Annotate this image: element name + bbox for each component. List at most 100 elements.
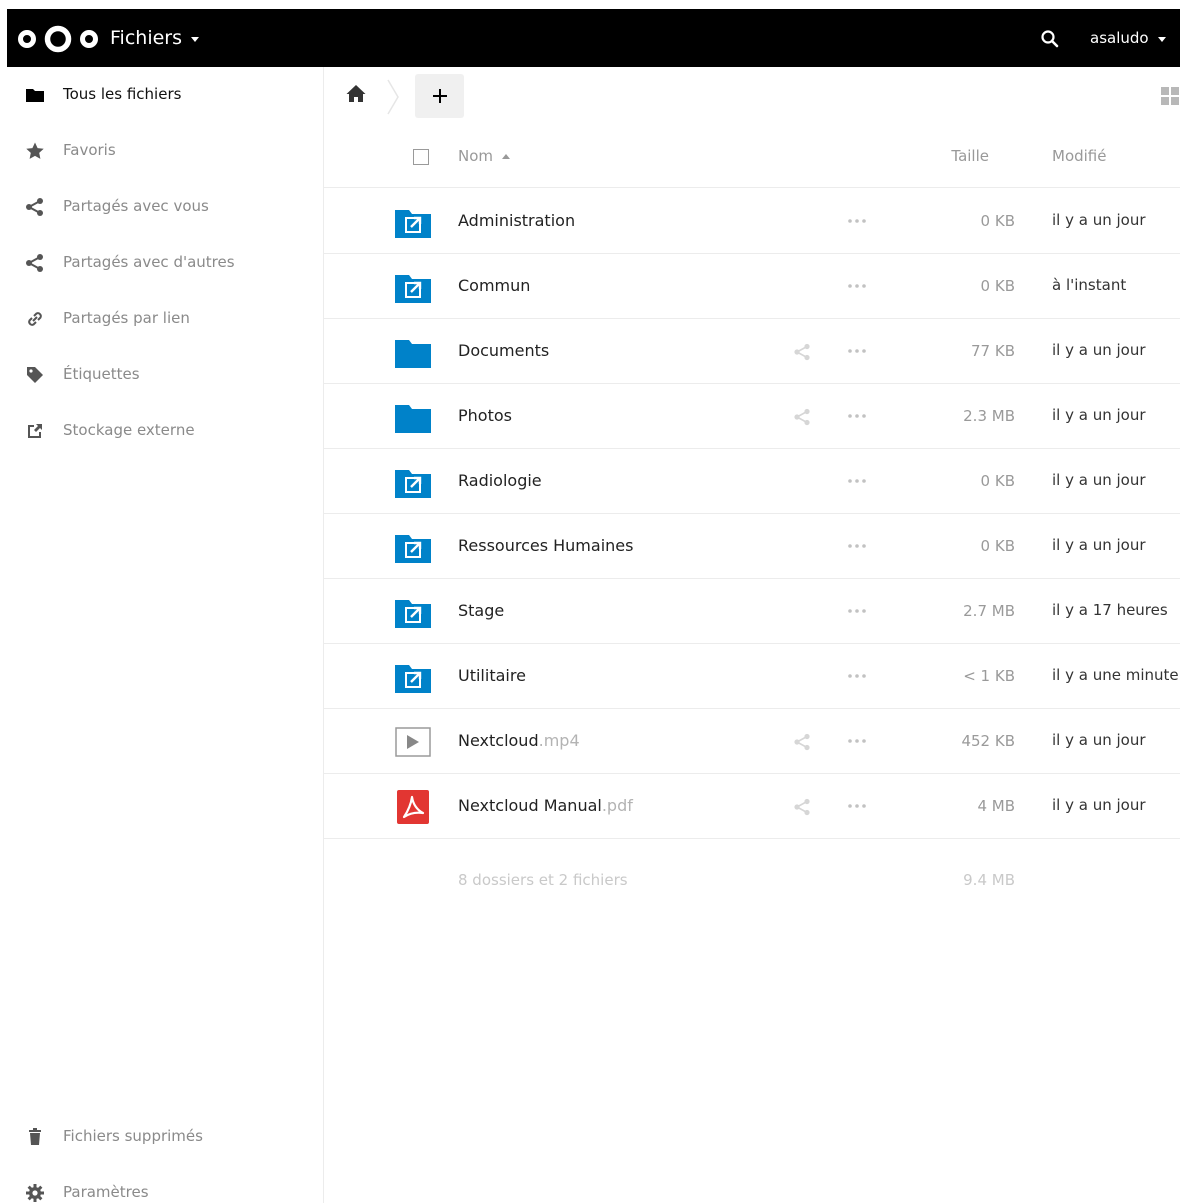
- more-actions-icon[interactable]: [846, 732, 868, 750]
- share-icon[interactable]: [793, 343, 811, 361]
- file-size: 2.7 MB: [963, 602, 1015, 620]
- sidebar-item-shared-by-link[interactable]: Partagés par lien: [7, 291, 323, 347]
- sidebar-item-shared-with-you[interactable]: Partagés avec vous: [7, 179, 323, 235]
- user-menu-button[interactable]: asaludo: [1090, 29, 1166, 47]
- folder-icon: [395, 340, 431, 368]
- file-row[interactable]: Documents 77 KB il y a un jour: [324, 319, 1180, 384]
- file-row[interactable]: Stage 2.7 MB il y a 17 heures: [324, 579, 1180, 644]
- column-header-size[interactable]: Taille: [951, 147, 989, 165]
- file-name[interactable]: Stage: [458, 601, 504, 620]
- file-name-base: Ressources Humaines: [458, 536, 634, 555]
- select-all-checkbox[interactable]: [413, 149, 429, 165]
- sidebar-item-deleted-files[interactable]: Fichiers supprimés: [7, 1109, 323, 1165]
- file-name-base: Stage: [458, 601, 505, 620]
- share-icon[interactable]: [793, 408, 811, 426]
- file-name[interactable]: Utilitaire: [458, 666, 526, 685]
- file-name[interactable]: Radiologie: [458, 471, 542, 490]
- file-modified: il y a un jour: [1052, 406, 1146, 424]
- file-modified: il y a une minute: [1052, 666, 1179, 684]
- sidebar-item-label: Partagés par lien: [63, 309, 190, 327]
- file-name[interactable]: Commun: [458, 276, 530, 295]
- folder-icon: [395, 405, 431, 433]
- more-actions-icon[interactable]: [846, 407, 868, 425]
- external-folder-icon: [395, 470, 431, 498]
- more-actions-icon[interactable]: [846, 472, 868, 490]
- more-actions-icon[interactable]: [846, 277, 868, 295]
- file-name-base: Administration: [458, 211, 576, 230]
- file-modified: il y a un jour: [1052, 341, 1146, 359]
- external-folder-icon: [395, 275, 431, 303]
- sidebar-item-label: Stockage externe: [63, 421, 195, 439]
- file-name-base: Photos: [458, 406, 512, 425]
- column-header-modified[interactable]: Modifié: [1052, 147, 1107, 165]
- more-actions-icon[interactable]: [846, 537, 868, 555]
- file-row[interactable]: Commun 0 KB à l'instant: [324, 254, 1180, 319]
- chevron-down-icon: [1157, 37, 1166, 42]
- sidebar-item-external-storage[interactable]: Stockage externe: [7, 403, 323, 459]
- sidebar-item-shared-with-others[interactable]: Partagés avec d'autres: [7, 235, 323, 291]
- sidebar-item-label: Étiquettes: [63, 365, 140, 383]
- file-size: < 1 KB: [963, 667, 1015, 685]
- file-row[interactable]: Utilitaire < 1 KB il y a une minute: [324, 644, 1180, 709]
- file-name[interactable]: Nextcloud Manual.pdf: [458, 796, 633, 815]
- file-name[interactable]: Administration: [458, 211, 575, 230]
- more-actions-icon[interactable]: [846, 667, 868, 685]
- sidebar-item-label: Fichiers supprimés: [63, 1127, 203, 1145]
- file-name[interactable]: Ressources Humaines: [458, 536, 633, 555]
- sidebar: Tous les fichiers Favoris Partagés avec …: [7, 67, 324, 1203]
- file-name[interactable]: Nextcloud.mp4: [458, 731, 580, 750]
- file-size: 452 KB: [961, 732, 1015, 750]
- more-actions-icon[interactable]: [846, 797, 868, 815]
- sidebar-item-label: Tous les fichiers: [63, 85, 182, 103]
- nextcloud-logo-icon[interactable]: [17, 25, 99, 53]
- search-icon[interactable]: [1040, 29, 1060, 49]
- sidebar-item-label: Partagés avec d'autres: [63, 253, 235, 271]
- external-folder-icon: [395, 600, 431, 628]
- share-icon[interactable]: [793, 798, 811, 816]
- more-actions-icon[interactable]: [846, 212, 868, 230]
- file-row[interactable]: Nextcloud.mp4 452 KB il y a un jour: [324, 709, 1180, 774]
- plus-icon: [432, 89, 447, 103]
- file-row[interactable]: Photos 2.3 MB il y a un jour: [324, 384, 1180, 449]
- file-size: 0 KB: [980, 537, 1015, 555]
- file-size: 4 MB: [977, 797, 1015, 815]
- share-icon: [26, 198, 43, 216]
- gear-icon: [26, 1184, 44, 1202]
- star-icon: [26, 142, 44, 159]
- share-icon[interactable]: [793, 733, 811, 751]
- file-row[interactable]: Radiologie 0 KB il y a un jour: [324, 449, 1180, 514]
- file-row[interactable]: Administration 0 KB il y a un jour: [324, 189, 1180, 254]
- video-file-icon: [395, 727, 431, 757]
- file-modified: il y a un jour: [1052, 536, 1146, 554]
- grid-view-icon[interactable]: [1160, 86, 1180, 106]
- home-icon[interactable]: [346, 84, 366, 104]
- more-actions-icon[interactable]: [846, 342, 868, 360]
- file-modified: il y a un jour: [1052, 211, 1146, 229]
- file-row[interactable]: Ressources Humaines 0 KB il y a un jour: [324, 514, 1180, 579]
- total-size-summary: 9.4 MB: [963, 871, 1015, 889]
- sidebar-item-tags[interactable]: Étiquettes: [7, 347, 323, 403]
- file-extension: .pdf: [601, 796, 633, 815]
- sidebar-item-favorites[interactable]: Favoris: [7, 123, 323, 179]
- more-actions-icon[interactable]: [846, 602, 868, 620]
- sidebar-item-all-files[interactable]: Tous les fichiers: [7, 67, 323, 123]
- new-file-button[interactable]: [415, 74, 464, 118]
- sidebar-item-label: Favoris: [63, 141, 116, 159]
- user-name: asaludo: [1090, 29, 1149, 47]
- chevron-down-icon: [191, 37, 199, 42]
- file-size: 2.3 MB: [963, 407, 1015, 425]
- file-name[interactable]: Photos: [458, 406, 512, 425]
- sidebar-item-label: Paramètres: [63, 1183, 149, 1201]
- file-name[interactable]: Documents: [458, 341, 549, 360]
- sidebar-item-settings[interactable]: Paramètres: [7, 1165, 323, 1203]
- app-menu-button[interactable]: Fichiers: [110, 27, 199, 49]
- column-header-name[interactable]: Nom: [458, 147, 511, 165]
- file-name-base: Nextcloud Manual: [458, 796, 602, 815]
- file-name-base: Radiologie: [458, 471, 542, 490]
- file-count-summary: 8 dossiers et 2 fichiers: [458, 871, 628, 889]
- file-name-base: Nextcloud: [458, 731, 539, 750]
- top-header: Fichiers asaludo: [7, 9, 1180, 67]
- file-size: 0 KB: [980, 472, 1015, 490]
- file-row[interactable]: Nextcloud Manual.pdf 4 MB il y a un jour: [324, 774, 1180, 839]
- file-modified: il y a un jour: [1052, 471, 1146, 489]
